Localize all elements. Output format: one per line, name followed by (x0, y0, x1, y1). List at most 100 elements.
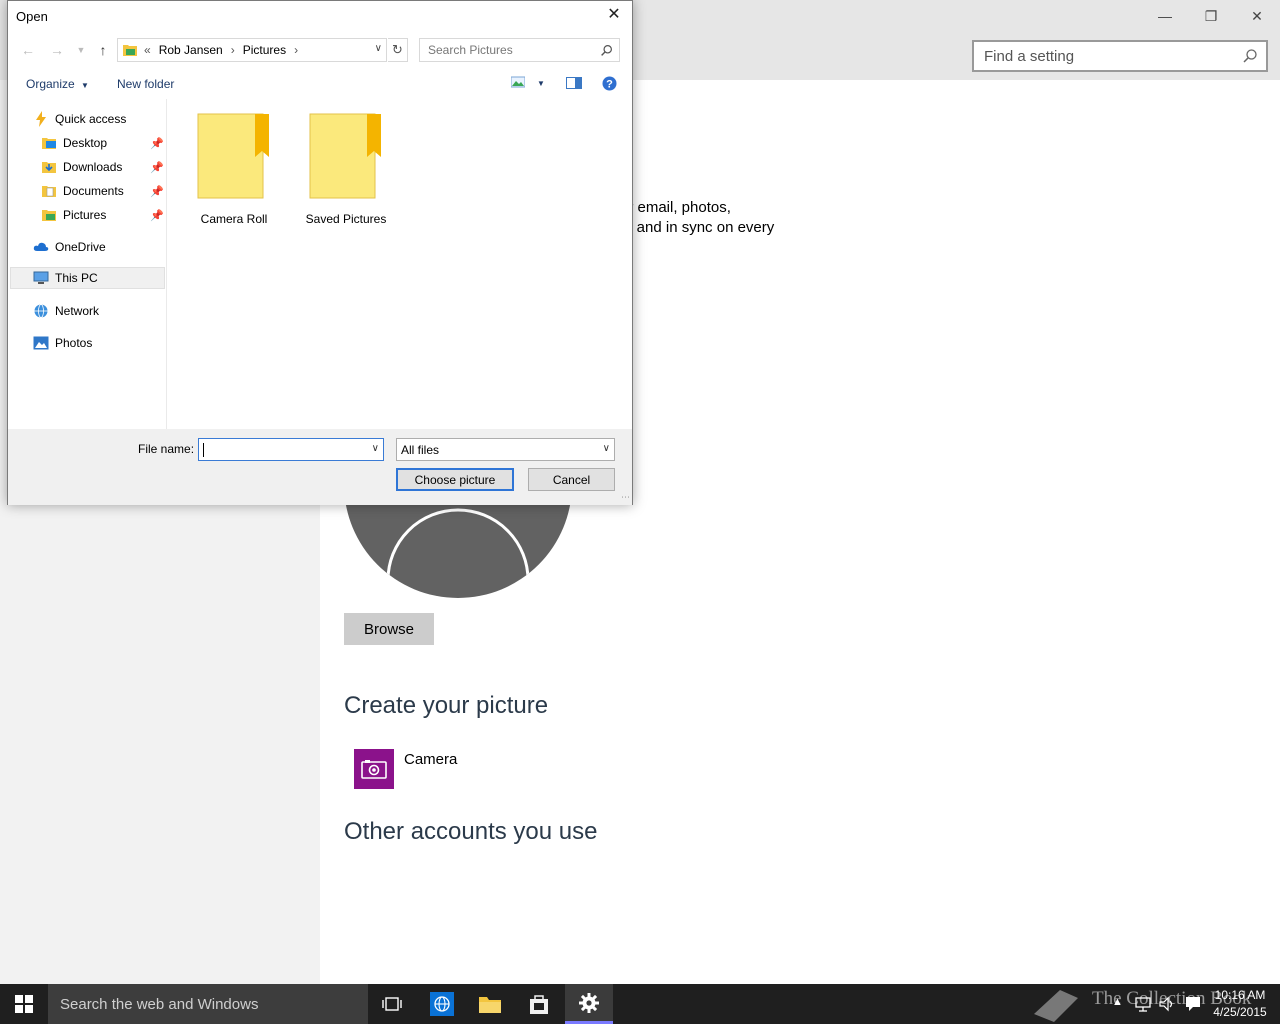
resize-grip-icon[interactable]: ⋯ (621, 492, 630, 503)
intro-text: ur email, photos, te and in sync on ever… (620, 198, 820, 238)
choose-picture-button[interactable]: Choose picture (396, 468, 514, 491)
taskbar-app-browser[interactable] (418, 984, 466, 1024)
clock-time[interactable]: 10:16 AM (1210, 988, 1270, 1002)
view-thumbnail-icon (510, 76, 526, 88)
nav-label: Desktop (63, 136, 108, 150)
minimize-button[interactable]: — (1142, 0, 1188, 32)
find-setting-input[interactable]: Find a setting (972, 40, 1268, 72)
nav-label: Photos (55, 336, 93, 350)
dialog-title: Open (16, 9, 48, 24)
pictures-folder-icon (123, 45, 137, 56)
taskbar-search[interactable]: Search the web and Windows (48, 984, 368, 1024)
camera-tile[interactable] (354, 749, 394, 789)
taskbar-app-file-explorer[interactable] (466, 984, 514, 1024)
folder-icon (197, 113, 269, 199)
organize-menu-button[interactable]: Organize ▼ (26, 77, 89, 91)
folder-icon (309, 113, 381, 199)
restore-icon: ❐ (1204, 7, 1218, 24)
action-center-icon[interactable] (1184, 995, 1202, 1013)
start-button[interactable] (0, 984, 48, 1024)
chevron-down-icon: ∨ (602, 443, 610, 454)
lightning-icon (33, 111, 49, 127)
file-list: Camera Roll Saved Pictures (168, 99, 632, 429)
pin-icon[interactable]: 📌 (150, 161, 164, 174)
arrow-left-icon: ← (21, 42, 35, 58)
cancel-button[interactable]: Cancel (528, 468, 615, 491)
breadcrumb-separator-icon[interactable]: › (294, 43, 298, 57)
organize-label: Organize (26, 77, 75, 91)
clock-date[interactable]: 4/25/2015 (1210, 1005, 1270, 1019)
breadcrumb-separator-icon[interactable]: › (231, 43, 235, 57)
new-folder-button[interactable]: New folder (117, 77, 174, 91)
folder-item-saved-pictures[interactable]: Saved Pictures (298, 113, 394, 226)
arrow-up-icon: ↑ (99, 42, 107, 58)
volume-icon[interactable] (1158, 995, 1176, 1013)
find-setting-placeholder: Find a setting (984, 47, 1075, 65)
taskbar-app-settings[interactable] (565, 984, 613, 1024)
close-icon: ✕ (1251, 7, 1263, 24)
globe-icon (430, 992, 454, 1016)
close-button[interactable]: ✕ (1234, 0, 1280, 32)
file-type-value: All files (401, 442, 440, 457)
taskbar-search-placeholder: Search the web and Windows (60, 995, 259, 1013)
browse-button[interactable]: Browse (344, 613, 434, 645)
recent-locations-button[interactable]: ▼ (70, 39, 92, 61)
folder-item-camera-roll[interactable]: Camera Roll (186, 113, 282, 226)
refresh-button[interactable]: ↻ (388, 38, 408, 62)
address-dropdown-chevron-icon[interactable]: ∨ (375, 43, 382, 54)
breadcrumb-item-rob-jansen[interactable]: Rob Jansen (159, 43, 223, 57)
nav-label: Pictures (63, 208, 107, 222)
nav-item-network[interactable]: Network (33, 300, 99, 322)
pin-icon[interactable]: 📌 (150, 137, 164, 150)
photos-icon (33, 335, 49, 351)
downloads-folder-icon (41, 159, 57, 175)
show-hidden-icons-chevron-icon[interactable]: ▲ (1112, 996, 1123, 1008)
nav-item-onedrive[interactable]: OneDrive (33, 236, 106, 258)
nav-item-pictures[interactable]: Pictures (41, 204, 106, 226)
refresh-icon: ↻ (392, 42, 403, 57)
cloud-icon (33, 239, 49, 255)
camera-label[interactable]: Camera (404, 751, 457, 768)
up-button[interactable]: ↑ (92, 39, 114, 61)
chevron-down-icon[interactable]: ∨ (372, 443, 379, 454)
address-bar[interactable]: « Rob Jansen › Pictures › ∨ (117, 38, 387, 62)
help-button[interactable]: ? (602, 76, 617, 94)
nav-label: OneDrive (55, 240, 106, 254)
preview-pane-button[interactable] (566, 77, 582, 92)
arrow-right-icon: → (50, 42, 64, 58)
breadcrumb-item-pictures[interactable]: Pictures (243, 43, 286, 57)
search-icon (601, 45, 612, 56)
network-icon[interactable] (1134, 995, 1152, 1013)
nav-label: This PC (55, 271, 98, 285)
nav-item-desktop[interactable]: Desktop (41, 132, 107, 154)
pin-icon[interactable]: 📌 (150, 209, 164, 222)
nav-item-this-pc[interactable]: This PC (10, 267, 165, 289)
task-view-button[interactable] (368, 984, 416, 1024)
camera-icon (361, 760, 387, 779)
svg-text:?: ? (606, 79, 613, 91)
search-icon (1243, 49, 1257, 63)
taskbar-app-store[interactable] (515, 984, 563, 1024)
back-button[interactable]: ← (17, 39, 39, 61)
help-icon: ? (602, 76, 617, 91)
restore-button[interactable]: ❐ (1188, 0, 1234, 32)
network-globe-icon (33, 303, 49, 319)
file-type-select[interactable]: All files ∨ (396, 438, 615, 461)
nav-item-quick-access[interactable]: Quick access (33, 108, 126, 130)
nav-item-photos[interactable]: Photos (33, 332, 92, 354)
dialog-footer: File name: ∨ All files ∨ Choose picture … (8, 429, 632, 505)
forward-button[interactable]: → (46, 39, 68, 61)
nav-label: Network (55, 304, 100, 318)
breadcrumb-overflow[interactable]: « (144, 43, 151, 57)
file-name-input[interactable]: ∨ (198, 438, 384, 461)
nav-item-downloads[interactable]: Downloads (41, 156, 122, 178)
view-options-dropdown[interactable]: ▼ (537, 79, 545, 88)
change-view-button[interactable] (510, 76, 526, 91)
search-pictures-input[interactable]: Search Pictures (419, 38, 620, 62)
text-caret (203, 443, 204, 457)
pictures-folder-icon (41, 207, 57, 223)
pin-icon[interactable]: 📌 (150, 185, 164, 198)
nav-item-documents[interactable]: Documents (41, 180, 124, 202)
dialog-close-button[interactable]: ✕ (602, 3, 626, 25)
navigation-pane: Quick access Desktop 📌 Downloads 📌 Docum… (8, 99, 167, 429)
